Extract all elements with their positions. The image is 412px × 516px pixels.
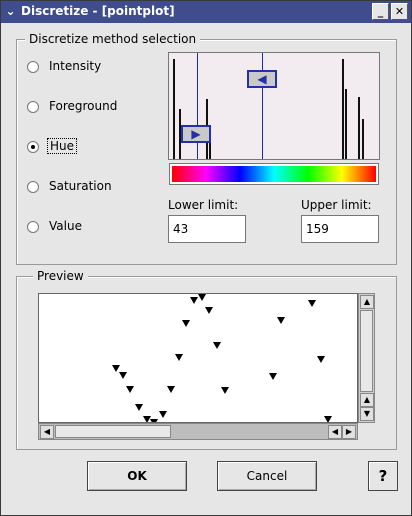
data-point-marker [182,320,190,327]
data-point-marker [135,404,143,411]
radio-circle-selected[interactable] [27,141,39,153]
radio-circle[interactable] [27,221,39,233]
lower-limit-field[interactable] [168,215,246,243]
upper-limit-line [262,53,263,159]
scroll-right-icon[interactable]: ▶ [342,425,356,439]
data-point-marker [213,342,221,349]
preview-legend: Preview [33,269,88,283]
data-point-marker [221,387,229,394]
preview-plot[interactable] [38,293,358,423]
data-point-marker [112,365,120,372]
radio-label-intensity[interactable]: Intensity [49,59,101,73]
data-point-marker [317,356,325,363]
upper-limit-field[interactable] [301,215,379,243]
ok-button[interactable]: OK [87,461,187,491]
radio-circle[interactable] [27,101,39,113]
histogram-panel[interactable]: ◀ ▶ [168,52,380,160]
data-point-marker [277,317,285,324]
histogram-bar [342,59,344,159]
upper-limit-label: Upper limit: [301,198,372,212]
radio-label-saturation[interactable]: Saturation [49,179,112,193]
lower-limit-line [197,53,198,159]
data-point-marker [190,297,198,304]
data-point-marker [175,354,183,361]
histogram-bar [173,59,175,159]
data-point-marker [269,373,277,380]
discretize-dialog: ⌄ Discretize - [pointplot] _ ✕ Discretiz… [0,0,412,516]
title-bar[interactable]: ⌄ Discretize - [pointplot] _ ✕ [1,1,411,23]
scroll-left-icon[interactable]: ◀ [40,425,54,439]
scroll-up-icon[interactable]: ▲ [360,295,374,309]
cancel-button[interactable]: Cancel [217,461,317,491]
scroll-down-icon[interactable]: ▼ [360,407,374,421]
upper-limit-handle[interactable]: ◀ [247,70,277,88]
data-point-marker [126,386,134,393]
histogram-bar [358,97,360,159]
hue-gradient-bar [169,163,379,185]
horizontal-scrollbar[interactable]: ◀ ◀ ▶ [38,423,358,440]
minimize-icon[interactable]: _ [372,3,389,20]
method-selection-legend: Discretize method selection [25,32,201,46]
help-pointer-icon[interactable]: ? [368,461,398,491]
data-point-marker [308,300,316,307]
radio-label-foreground[interactable]: Foreground [49,99,117,113]
data-point-marker [167,386,175,393]
data-point-marker [198,294,206,301]
window-title: Discretize - [pointplot] [21,4,175,18]
radio-dot [31,145,35,149]
lower-limit-label: Lower limit: [168,198,239,212]
radio-label-hue[interactable]: Hue [47,138,78,154]
histogram-bar [345,89,347,159]
radio-circle[interactable] [27,181,39,193]
data-point-marker [205,307,213,314]
lower-limit-handle[interactable]: ▶ [181,125,211,143]
radio-label-value[interactable]: Value [49,219,82,233]
scroll-up-icon[interactable]: ▲ [360,393,374,407]
scroll-left-icon[interactable]: ◀ [328,425,342,439]
hue-gradient [172,166,376,182]
chevron-down-icon[interactable]: ⌄ [3,4,18,19]
vertical-scroll-thumb[interactable] [360,310,373,392]
data-point-marker [119,372,127,379]
histogram-bar [362,119,364,159]
radio-circle[interactable] [27,61,39,73]
data-point-marker [159,411,167,418]
vertical-scrollbar[interactable]: ▲ ▲ ▼ [358,293,375,423]
data-point-marker [324,416,332,422]
horizontal-scroll-thumb[interactable] [55,425,171,438]
close-icon[interactable]: ✕ [391,3,408,20]
